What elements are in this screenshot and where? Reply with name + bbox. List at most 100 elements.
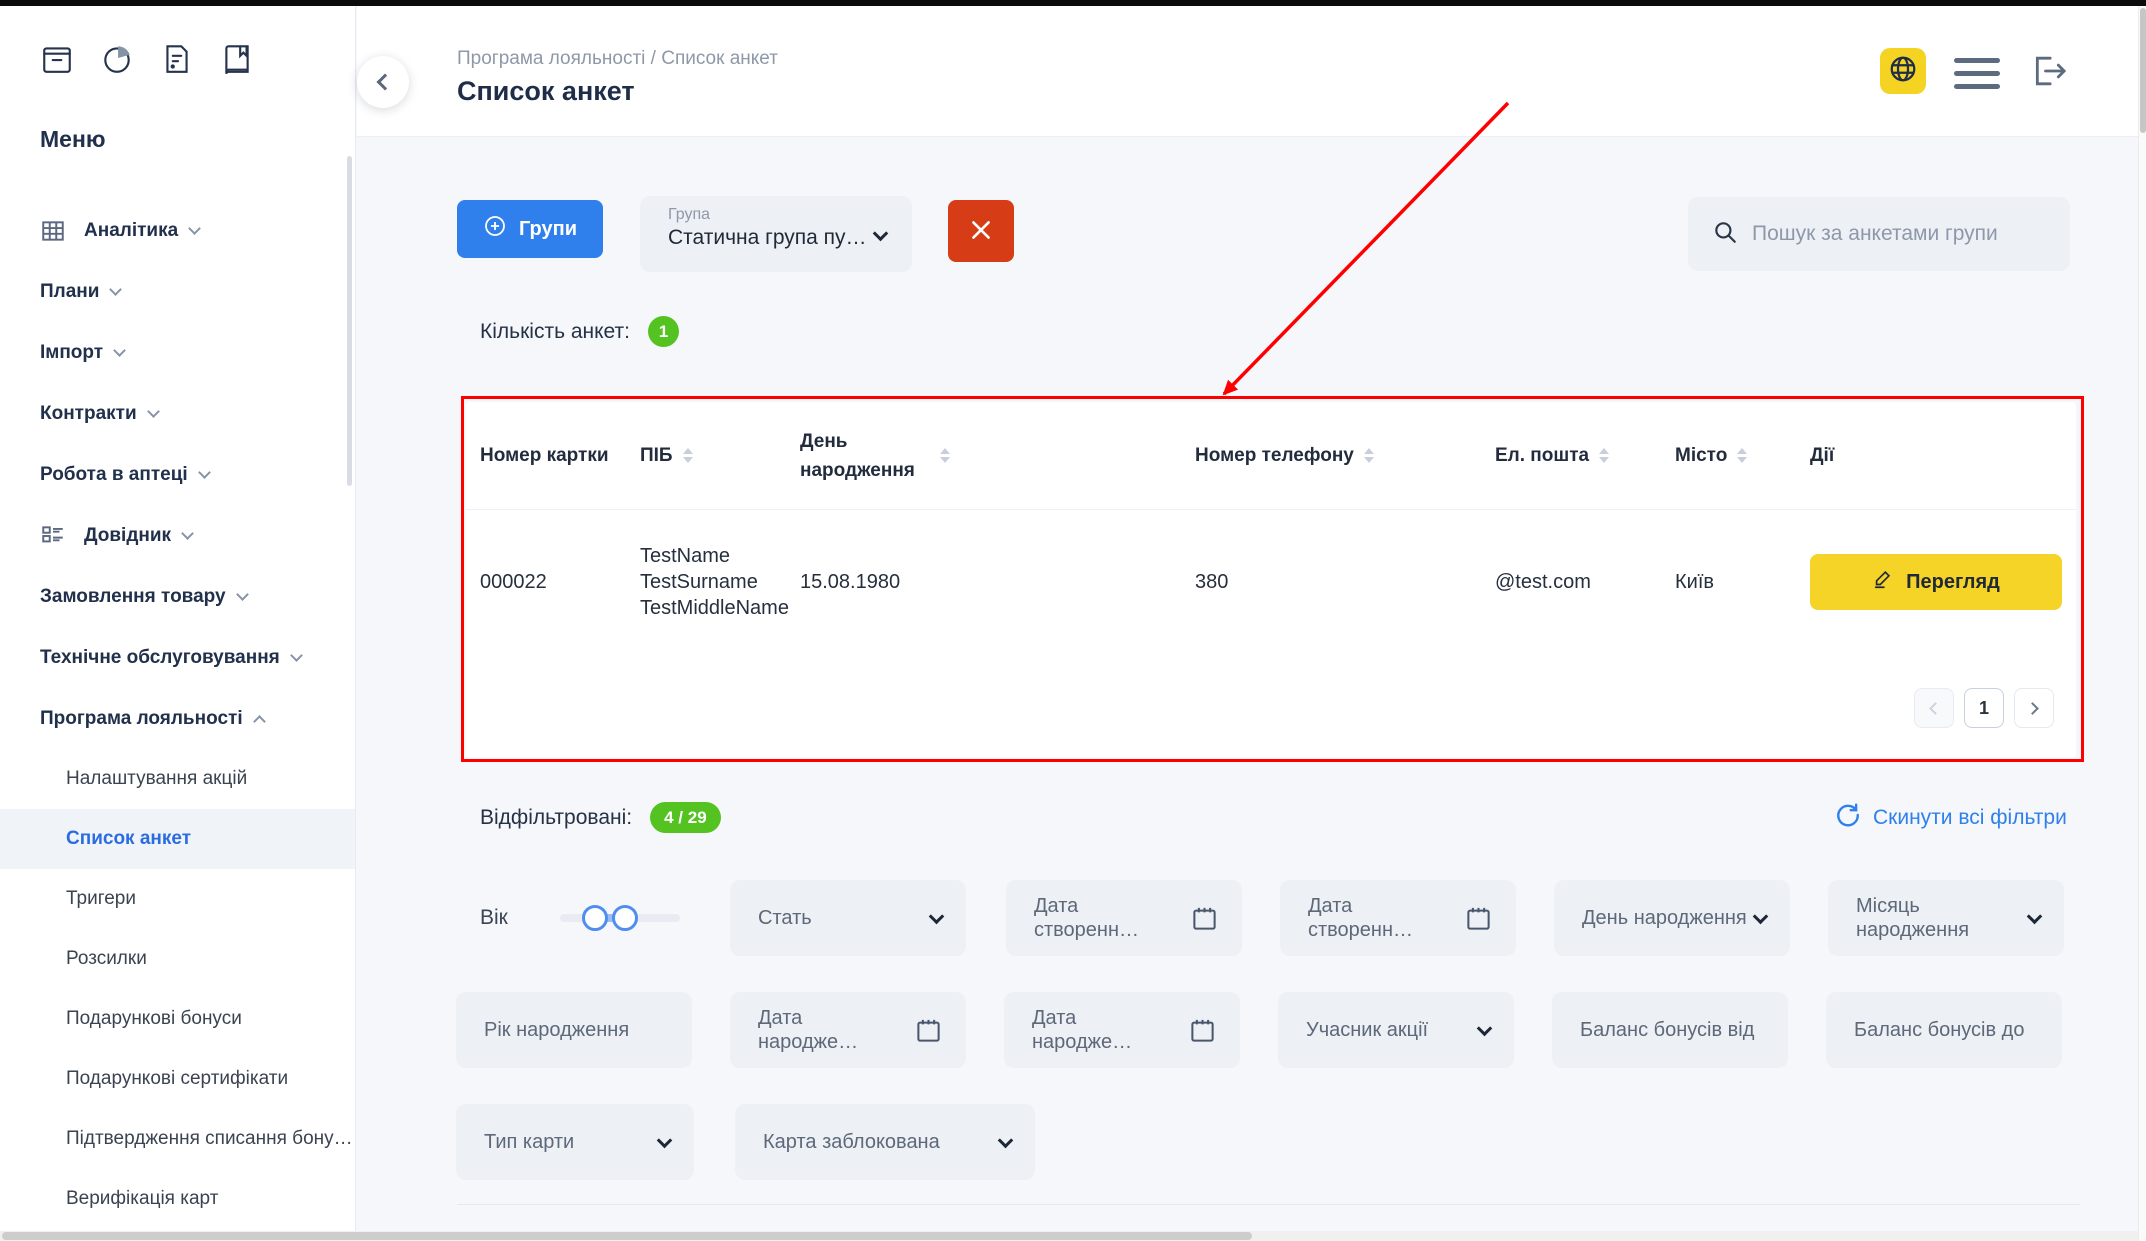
calendar-icon bbox=[1191, 905, 1218, 932]
slider-handle-max[interactable] bbox=[612, 905, 638, 931]
sidebar-item-contracts[interactable]: Контракти bbox=[0, 383, 356, 444]
slider-handle-min[interactable] bbox=[582, 905, 608, 931]
sort-icon[interactable] bbox=[683, 448, 693, 463]
book-icon[interactable] bbox=[220, 42, 254, 76]
age-range-slider[interactable] bbox=[560, 914, 680, 922]
groups-button[interactable]: Групи bbox=[457, 200, 603, 258]
sidebar-item-goods-order[interactable]: Замовлення товару bbox=[0, 566, 356, 627]
sidebar-item-pharmacy-work[interactable]: Робота в аптеці bbox=[0, 444, 356, 505]
filter-created-date-from[interactable]: Дата створенн… bbox=[1006, 880, 1242, 956]
sidebar-item-import[interactable]: Імпорт bbox=[0, 322, 356, 383]
filter-card-type-select[interactable]: Тип карти bbox=[456, 1104, 694, 1180]
group-search bbox=[1688, 197, 2070, 271]
sidebar-item-label: Імпорт bbox=[40, 342, 103, 364]
filter-bonus-balance-to[interactable]: Баланс бонусів до bbox=[1826, 992, 2062, 1068]
logout-button[interactable] bbox=[2028, 50, 2070, 97]
archive-icon[interactable] bbox=[40, 42, 74, 76]
filter-created-date-to[interactable]: Дата створенн… bbox=[1280, 880, 1516, 956]
sidebar-item-plans[interactable]: Плани bbox=[0, 261, 356, 322]
chevron-down-icon bbox=[147, 405, 160, 418]
cell-card-number: 000022 bbox=[480, 571, 640, 594]
sidebar-subitem-label: Подарункові сертифікати bbox=[66, 1068, 288, 1090]
hamburger-menu-button[interactable] bbox=[1954, 58, 2000, 89]
sidebar-subitem-label: Розсилки bbox=[66, 948, 147, 970]
sidebar-item-analytics[interactable]: Аналітика bbox=[0, 200, 356, 261]
column-name[interactable]: ПІБ bbox=[640, 445, 800, 467]
sidebar-item-label: Замовлення товару bbox=[40, 586, 226, 608]
sidebar-scrollbar[interactable] bbox=[347, 156, 352, 486]
chevron-down-icon bbox=[1477, 1020, 1493, 1036]
sidebar-subitem-questionnaire-list[interactable]: Список анкет bbox=[0, 809, 356, 869]
filtered-badge: 4 / 29 bbox=[650, 802, 721, 833]
sidebar-item-loyalty-program[interactable]: Програма лояльності bbox=[0, 688, 356, 749]
pagination-page-1[interactable]: 1 bbox=[1964, 688, 2004, 728]
filter-birth-day-select[interactable]: День народження bbox=[1554, 880, 1790, 956]
globe-icon bbox=[1888, 54, 1918, 89]
sidebar-collapse-button[interactable] bbox=[357, 56, 409, 108]
document-icon[interactable] bbox=[160, 42, 194, 76]
reset-filters-link[interactable]: Скинути всі фільтри bbox=[1835, 802, 2067, 834]
sidebar-quick-icons bbox=[40, 42, 254, 76]
sidebar-subitem-label: Підтвердження списання бону… bbox=[66, 1128, 353, 1150]
column-card-number: Номер картки bbox=[480, 445, 640, 467]
sidebar-subitem-gift-bonuses[interactable]: Подарункові бонуси bbox=[0, 989, 356, 1049]
sidebar-item-label: Програма лояльності bbox=[40, 708, 243, 730]
sidebar-subitem-promo-settings[interactable]: Налаштування акцій bbox=[0, 749, 356, 809]
filter-birth-date-to[interactable]: Дата народже… bbox=[1004, 992, 1240, 1068]
table-header-row: Номер картки ПІБ День народження Номер т… bbox=[466, 402, 2076, 510]
chevron-down-icon bbox=[998, 1132, 1014, 1148]
column-birthday[interactable]: День народження bbox=[800, 427, 1195, 485]
sidebar-subitem-gift-certificates[interactable]: Подарункові сертифікати bbox=[0, 1049, 356, 1109]
chevron-down-icon bbox=[1753, 908, 1769, 924]
filter-birth-date-from[interactable]: Дата народже… bbox=[730, 992, 966, 1068]
sidebar-subitem-mailings[interactable]: Розсилки bbox=[0, 929, 356, 989]
chevron-left-icon bbox=[377, 74, 394, 91]
count-label: Кількість анкет: bbox=[480, 320, 630, 344]
sidebar-subitem-label: Верифікація карт bbox=[66, 1188, 218, 1210]
vertical-scrollbar-thumb[interactable] bbox=[2140, 8, 2146, 133]
column-city[interactable]: Місто bbox=[1675, 445, 1810, 467]
sidebar-subitem-label: Тригери bbox=[66, 888, 136, 910]
sidebar-item-label: Технічне обслуговування bbox=[40, 647, 280, 669]
view-button[interactable]: Перегляд bbox=[1810, 554, 2062, 610]
sidebar-subitem-label: Список анкет bbox=[66, 828, 191, 850]
pagination-next-button[interactable] bbox=[2014, 688, 2054, 728]
filter-promo-participant-select[interactable]: Учасник акції bbox=[1278, 992, 1514, 1068]
horizontal-scrollbar[interactable] bbox=[0, 1231, 2138, 1241]
chevron-down-icon bbox=[929, 908, 945, 924]
column-email[interactable]: Ел. пошта bbox=[1495, 445, 1675, 467]
filter-birth-year-input[interactable]: Рік народження bbox=[456, 992, 692, 1068]
pagination-prev-button[interactable] bbox=[1914, 688, 1954, 728]
sidebar-subitem-bonus-writeoff-confirm[interactable]: Підтвердження списання бону… bbox=[0, 1109, 356, 1169]
pie-chart-icon[interactable] bbox=[100, 42, 134, 76]
clear-group-button[interactable] bbox=[948, 200, 1014, 262]
sidebar-item-maintenance[interactable]: Технічне обслуговування bbox=[0, 627, 356, 688]
sidebar-subitem-card-verification[interactable]: Верифікація карт bbox=[0, 1169, 356, 1229]
chevron-down-icon bbox=[110, 283, 123, 296]
filter-bonus-balance-from[interactable]: Баланс бонусів від bbox=[1552, 992, 1788, 1068]
filter-card-blocked-select[interactable]: Карта заблокована bbox=[735, 1104, 1035, 1180]
search-input[interactable] bbox=[1752, 222, 2046, 246]
sidebar-subitem-triggers[interactable]: Тригери bbox=[0, 869, 356, 929]
chevron-down-icon bbox=[181, 527, 194, 540]
filter-gender-select[interactable]: Стать bbox=[730, 880, 966, 956]
sort-icon[interactable] bbox=[1364, 448, 1374, 463]
language-button[interactable] bbox=[1880, 48, 1926, 94]
count-badge: 1 bbox=[648, 316, 679, 347]
filter-birth-month-select[interactable]: Місяць народження bbox=[1828, 880, 2064, 956]
sort-icon[interactable] bbox=[1599, 448, 1609, 463]
column-phone[interactable]: Номер телефону bbox=[1195, 445, 1495, 467]
breadcrumb[interactable]: Програма лояльності / Список анкет bbox=[457, 48, 778, 70]
group-select[interactable]: Група Статична група пу… bbox=[640, 196, 912, 272]
logout-icon bbox=[2028, 79, 2070, 96]
group-select-value: Статична група пу… bbox=[668, 226, 890, 250]
horizontal-scrollbar-thumb[interactable] bbox=[2, 1232, 1252, 1240]
sidebar-item-label: Аналітика bbox=[84, 220, 178, 242]
chevron-down-icon bbox=[198, 466, 211, 479]
chevron-down-icon bbox=[113, 344, 126, 357]
sort-icon[interactable] bbox=[940, 448, 950, 463]
vertical-scrollbar[interactable] bbox=[2138, 6, 2146, 1241]
cell-birthday: 15.08.1980 bbox=[800, 571, 1195, 594]
sort-icon[interactable] bbox=[1737, 448, 1747, 463]
sidebar-item-directory[interactable]: Довідник bbox=[0, 505, 356, 566]
